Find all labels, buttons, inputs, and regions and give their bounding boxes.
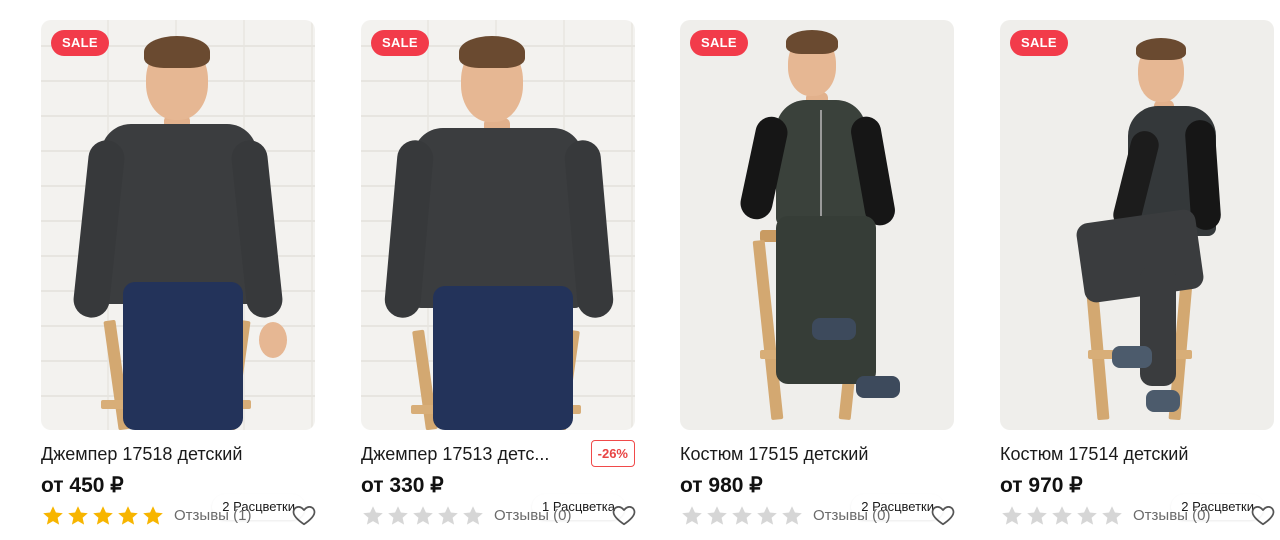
star-empty-icon: [388, 506, 408, 525]
star-empty-icon: [1002, 506, 1022, 525]
product-photo[interactable]: [361, 20, 635, 430]
star-empty-icon: [1102, 506, 1122, 525]
star-filled-icon: [143, 506, 163, 525]
star-empty-icon: [682, 506, 702, 525]
rating-stars: [1000, 504, 1125, 528]
star-empty-icon: [463, 506, 483, 525]
star-empty-icon: [707, 506, 727, 525]
rating-stars: [41, 504, 166, 528]
product-price: от 450 ₽: [41, 474, 124, 497]
product-card[interactable]: SALE 1 Расцветка Джемпер 17513 детс... -…: [361, 20, 637, 530]
product-price: от 970 ₽: [1000, 474, 1083, 497]
reviews-link[interactable]: Отзывы (1): [174, 507, 251, 525]
discount-badge: -26%: [590, 440, 635, 467]
sale-badge: SALE: [1010, 30, 1068, 56]
star-empty-icon: [732, 506, 752, 525]
star-filled-icon: [118, 506, 138, 525]
product-photo[interactable]: [41, 20, 315, 430]
heart-outline-icon[interactable]: [1250, 502, 1276, 528]
star-filled-icon: [68, 506, 88, 525]
star-empty-icon: [1052, 506, 1072, 525]
star-empty-icon: [782, 506, 802, 525]
heart-outline-icon[interactable]: [930, 502, 956, 528]
star-empty-icon: [1027, 506, 1047, 525]
heart-outline-icon[interactable]: [611, 502, 637, 528]
star-empty-icon: [757, 506, 777, 525]
product-photo[interactable]: [1000, 20, 1274, 430]
product-photo[interactable]: [680, 20, 954, 430]
product-price: от 980 ₽: [680, 474, 763, 497]
sale-badge: SALE: [51, 30, 109, 56]
product-card[interactable]: SALE 2 Расцветки Джемпер 17518 детский о…: [41, 20, 317, 530]
product-card[interactable]: SALE 2 Расцветки Костюм 17514 детский от…: [1000, 20, 1276, 530]
product-grid: SALE 2 Расцветки Джемпер 17518 детский о…: [0, 0, 1280, 540]
star-empty-icon: [363, 506, 383, 525]
product-price: от 330 ₽: [361, 474, 444, 497]
heart-outline-icon[interactable]: [291, 502, 317, 528]
rating-stars: [680, 504, 805, 528]
sale-badge: SALE: [690, 30, 748, 56]
star-filled-icon: [43, 506, 63, 525]
star-empty-icon: [1077, 506, 1097, 525]
product-card[interactable]: SALE 2 Расцветки Костюм 17515 детский от…: [680, 20, 956, 530]
product-title[interactable]: Джемпер 17518 детский: [41, 443, 317, 465]
star-empty-icon: [438, 506, 458, 525]
star-filled-icon: [93, 506, 113, 525]
product-title[interactable]: Костюм 17515 детский: [680, 443, 956, 465]
reviews-link[interactable]: Отзывы (0): [1133, 507, 1210, 525]
star-empty-icon: [413, 506, 433, 525]
rating-stars: [361, 504, 486, 528]
reviews-link[interactable]: Отзывы (0): [813, 507, 890, 525]
product-title[interactable]: Костюм 17514 детский: [1000, 443, 1276, 465]
sale-badge: SALE: [371, 30, 429, 56]
reviews-link[interactable]: Отзывы (0): [494, 507, 571, 525]
product-title[interactable]: Джемпер 17513 детс...: [361, 443, 581, 465]
